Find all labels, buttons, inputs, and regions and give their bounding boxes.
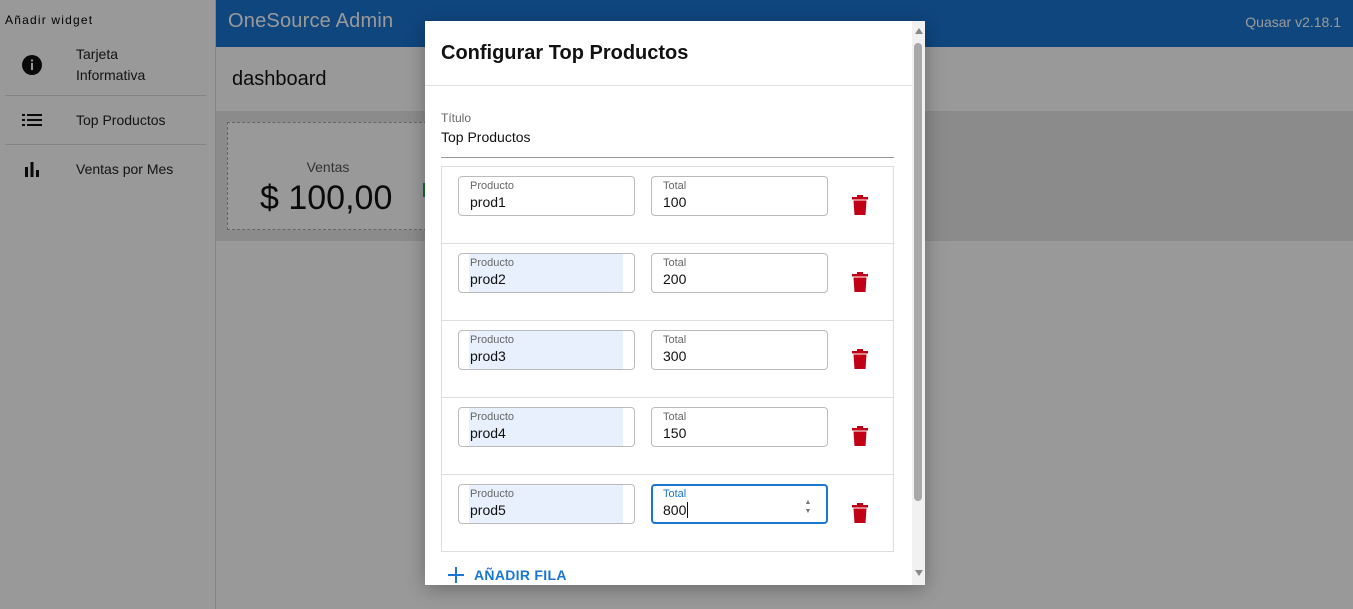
title-field-label: Título — [441, 111, 472, 125]
scrollbar-thumb[interactable] — [914, 43, 922, 501]
field-value[interactable]: prod3 — [470, 348, 506, 364]
field-value-text: 800 — [663, 502, 687, 518]
field-value[interactable]: 800 — [663, 502, 689, 518]
total-field[interactable]: Total 200 — [651, 253, 828, 293]
field-value[interactable]: prod4 — [470, 425, 506, 441]
delete-icon[interactable] — [852, 195, 868, 215]
field-label: Total — [663, 257, 687, 269]
field-label: Producto — [470, 334, 515, 346]
table-row: Producto prod5 Total 800 ▲ ▼ — [442, 475, 893, 552]
number-spinner[interactable]: ▲ ▼ — [804, 498, 812, 516]
field-label: Total — [663, 411, 687, 423]
title-field-value[interactable]: Top Productos — [441, 129, 894, 145]
field-label: Producto — [470, 180, 515, 192]
producto-field[interactable]: Producto prod5 — [458, 484, 635, 524]
delete-icon[interactable] — [852, 503, 868, 523]
table-row: Producto prod3 Total 300 — [442, 321, 893, 398]
table-row: Producto prod4 Total 150 — [442, 398, 893, 475]
plus-icon — [448, 567, 464, 583]
field-value[interactable]: 150 — [663, 425, 686, 441]
delete-icon[interactable] — [852, 349, 868, 369]
text-caret — [687, 502, 689, 518]
total-field[interactable]: Total 150 — [651, 407, 828, 447]
field-value[interactable]: 200 — [663, 271, 686, 287]
producto-field[interactable]: Producto prod3 — [458, 330, 635, 370]
field-label: Total — [663, 334, 687, 346]
producto-field[interactable]: Producto prod1 — [458, 176, 635, 216]
field-label: Producto — [470, 257, 515, 269]
table-row: Producto prod2 Total 200 — [442, 244, 893, 321]
scroll-down-icon[interactable] — [915, 570, 923, 576]
title-field[interactable]: Título Top Productos — [441, 111, 894, 158]
add-row-label: AÑADIR FILA — [474, 567, 567, 583]
delete-icon[interactable] — [852, 272, 868, 292]
add-row-button[interactable]: AÑADIR FILA — [447, 566, 567, 584]
table-row: Producto prod1 Total 100 — [442, 167, 893, 244]
total-field[interactable]: Total 100 — [651, 176, 828, 216]
field-value[interactable]: prod2 — [470, 271, 506, 287]
field-label: Producto — [470, 411, 515, 423]
producto-field[interactable]: Producto prod2 — [458, 253, 635, 293]
field-label: Total — [663, 180, 687, 192]
field-label: Total — [663, 488, 687, 500]
field-value[interactable]: 300 — [663, 348, 686, 364]
rows-list: Producto prod1 Total 100 Producto prod2 … — [441, 166, 894, 552]
delete-icon[interactable] — [852, 426, 868, 446]
producto-field[interactable]: Producto prod4 — [458, 407, 635, 447]
divider — [425, 85, 912, 86]
field-label: Producto — [470, 488, 515, 500]
field-value[interactable]: prod1 — [470, 194, 506, 210]
scroll-up-icon[interactable] — [915, 28, 923, 34]
dialog-title: Configurar Top Productos — [441, 42, 689, 64]
field-value[interactable]: prod5 — [470, 502, 506, 518]
dialog-scrollbar[interactable] — [912, 21, 925, 585]
total-field[interactable]: Total 800 ▲ ▼ — [651, 484, 828, 524]
total-field[interactable]: Total 300 — [651, 330, 828, 370]
field-value[interactable]: 100 — [663, 194, 686, 210]
configure-dialog: Configurar Top Productos Título Top Prod… — [425, 21, 925, 585]
